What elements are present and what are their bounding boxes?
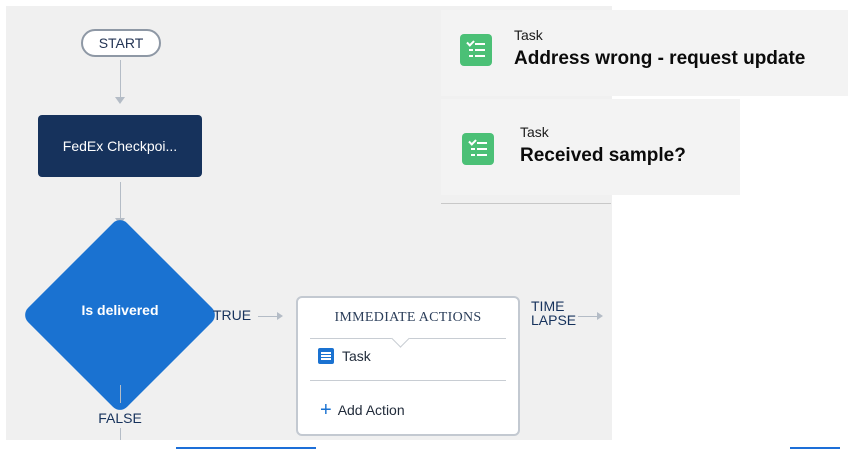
- time-lapse-line2: LAPSE: [531, 312, 577, 328]
- task-title: Received sample?: [520, 145, 686, 166]
- task-title: Address wrong - request update: [514, 48, 806, 69]
- time-lapse-line1: TIME: [531, 298, 565, 314]
- task-type-label: Task: [514, 27, 543, 43]
- task-tile[interactable]: Task Received sample?: [441, 99, 740, 195]
- tile-divider: [441, 203, 611, 204]
- criteria-node[interactable]: FedEx Checkpoi...: [38, 115, 202, 177]
- canvas-top-edge: [0, 0, 612, 6]
- connector-criteria-to-decision: [120, 182, 121, 220]
- action-item-task[interactable]: Task: [318, 348, 371, 364]
- action-item-label: Task: [342, 348, 371, 364]
- immediate-actions-card: IMMEDIATE ACTIONS Task + Add Action: [296, 296, 520, 436]
- connector-time-lapse: [578, 316, 598, 317]
- start-node[interactable]: START: [81, 29, 161, 57]
- arrowhead-down-icon: [115, 97, 125, 104]
- add-action-button[interactable]: + Add Action: [320, 399, 405, 421]
- bottom-strip: [0, 440, 848, 452]
- time-lapse-label[interactable]: TIME LAPSE: [531, 299, 576, 327]
- actions-divider: [310, 380, 506, 381]
- task-tile[interactable]: Task Address wrong - request update: [441, 10, 848, 96]
- true-branch-label: TRUE: [213, 307, 252, 323]
- connector-decision-false: [120, 385, 121, 403]
- plus-icon: +: [320, 399, 332, 421]
- task-checklist-icon: [462, 133, 494, 165]
- task-type-label: Task: [520, 124, 549, 140]
- bottom-accent-line: [790, 447, 840, 449]
- bottom-accent-line: [176, 447, 316, 449]
- criteria-node-label: FedEx Checkpoi...: [62, 138, 178, 154]
- task-checklist-icon: [460, 34, 492, 66]
- connector-false-continue: [120, 428, 121, 440]
- task-list-icon: [318, 348, 334, 364]
- add-action-label: Add Action: [337, 402, 405, 418]
- false-branch-label: FALSE: [98, 410, 142, 426]
- canvas-left-edge: [0, 0, 6, 452]
- arrowhead-right-icon: [597, 312, 603, 320]
- connector-start-to-criteria: [120, 60, 121, 100]
- immediate-actions-header[interactable]: IMMEDIATE ACTIONS: [298, 298, 518, 338]
- connector-true-to-actions: [258, 316, 278, 317]
- arrowhead-right-icon: [277, 312, 283, 320]
